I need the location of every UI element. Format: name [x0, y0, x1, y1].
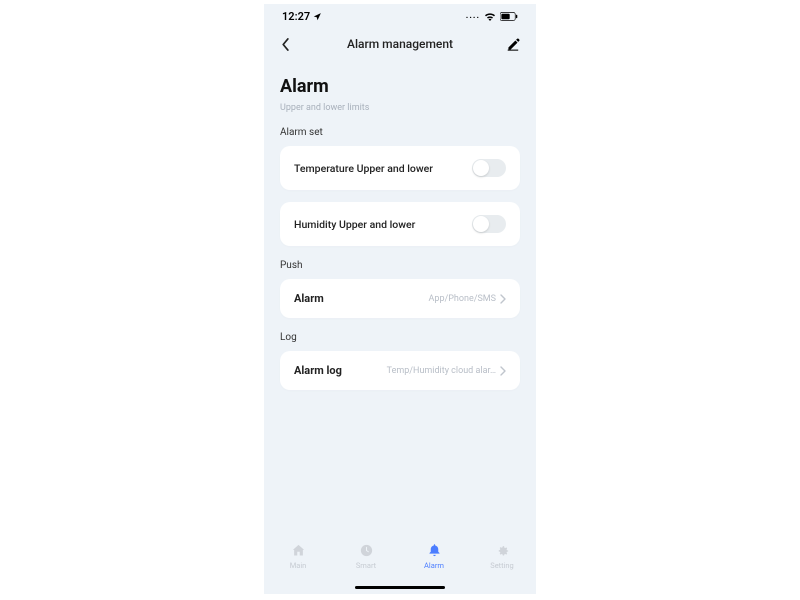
tab-smart[interactable]: Smart	[341, 542, 391, 570]
toggle-knob	[473, 160, 489, 176]
back-button[interactable]	[276, 38, 296, 51]
status-time: 12:27	[282, 10, 310, 23]
temperature-toggle[interactable]	[472, 159, 506, 177]
chevron-right-icon	[500, 294, 506, 304]
tab-alarm-label: Alarm	[424, 561, 444, 570]
page-subtitle: Upper and lower limits	[280, 103, 520, 113]
edit-button[interactable]	[504, 37, 524, 51]
alarm-log-row[interactable]: Alarm log Temp/Humidity cloud alar…	[280, 351, 520, 390]
alarm-log-label: Alarm log	[294, 364, 342, 377]
push-alarm-label: Alarm	[294, 292, 324, 305]
section-label-log: Log	[280, 332, 520, 343]
section-label-push: Push	[280, 260, 520, 271]
gear-icon	[494, 542, 510, 558]
temperature-alarm-row[interactable]: Temperature Upper and lower	[280, 146, 520, 190]
tab-setting[interactable]: Setting	[477, 542, 527, 570]
toggle-knob	[473, 216, 489, 232]
status-dots: ....	[466, 11, 480, 21]
wifi-icon	[484, 12, 496, 21]
phone-screen: 12:27 .... Alarm management Alarm Upper …	[264, 4, 536, 594]
clock-icon	[358, 542, 374, 558]
location-icon	[313, 12, 322, 21]
humidity-toggle[interactable]	[472, 215, 506, 233]
home-icon	[290, 542, 306, 558]
bell-icon	[426, 542, 442, 558]
tab-main[interactable]: Main	[273, 542, 323, 570]
temperature-label: Temperature Upper and lower	[294, 162, 433, 175]
header: Alarm management	[264, 28, 536, 60]
content: Alarm Upper and lower limits Alarm set T…	[264, 60, 536, 390]
tab-smart-label: Smart	[356, 561, 376, 570]
chevron-right-icon	[500, 366, 506, 376]
tab-main-label: Main	[290, 561, 307, 570]
home-indicator[interactable]	[355, 586, 445, 590]
push-alarm-value: App/Phone/SMS	[429, 294, 496, 304]
header-title: Alarm management	[347, 37, 453, 51]
status-bar: 12:27 ....	[264, 4, 536, 28]
page-title: Alarm	[280, 76, 520, 97]
section-label-alarm-set: Alarm set	[280, 127, 520, 138]
battery-icon	[500, 12, 518, 21]
humidity-label: Humidity Upper and lower	[294, 218, 415, 231]
humidity-alarm-row[interactable]: Humidity Upper and lower	[280, 202, 520, 246]
alarm-log-value: Temp/Humidity cloud alar…	[387, 366, 496, 376]
tab-alarm[interactable]: Alarm	[409, 542, 459, 570]
tab-setting-label: Setting	[490, 561, 514, 570]
push-alarm-row[interactable]: Alarm App/Phone/SMS	[280, 279, 520, 318]
